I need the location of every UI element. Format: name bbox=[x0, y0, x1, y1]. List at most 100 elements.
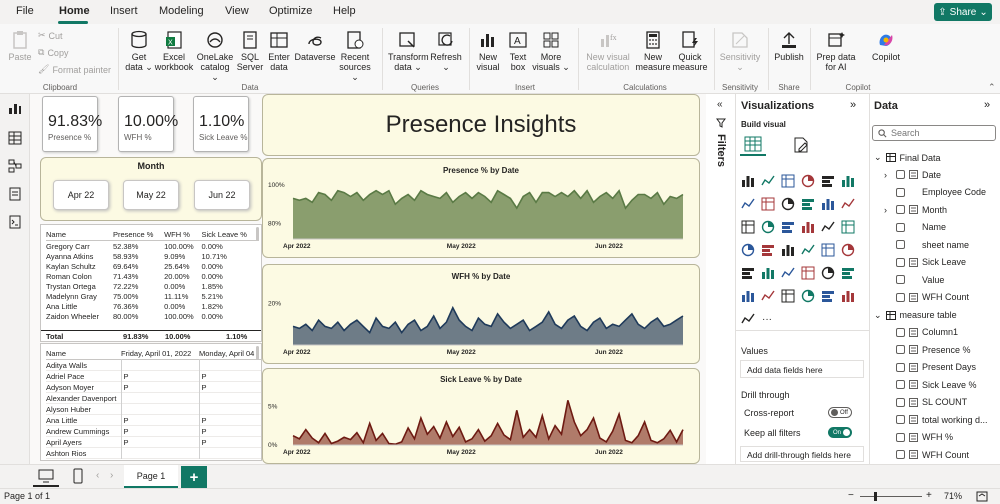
menu-home[interactable]: Home bbox=[59, 5, 90, 17]
data-field[interactable]: total working d... bbox=[884, 415, 988, 425]
matrix-row[interactable]: Alexander Davenport bbox=[46, 392, 261, 404]
data-field[interactable]: Sick Leave bbox=[884, 257, 966, 267]
table-row[interactable]: Ayanna Atkins 58.93% 9.09% 10.71% bbox=[46, 251, 259, 261]
r-script-visual-icon[interactable] bbox=[821, 266, 835, 280]
report-view-icon[interactable] bbox=[7, 100, 23, 116]
mobile-layout-icon[interactable] bbox=[72, 468, 84, 484]
matrix-row[interactable]: Aditya Walls bbox=[46, 359, 261, 371]
data-search-input[interactable] bbox=[891, 128, 991, 138]
table-row[interactable]: Madelynn Gray 75.00% 11.11% 5.21% bbox=[46, 291, 259, 301]
values-drop-zone[interactable]: Add data fields here bbox=[740, 360, 864, 378]
transform-data-button[interactable]: Transform data ⌄ bbox=[388, 30, 429, 72]
menu-view[interactable]: View bbox=[225, 5, 249, 17]
data-field[interactable]: Name bbox=[884, 222, 946, 232]
menu-file[interactable]: File bbox=[16, 5, 34, 17]
stacked-column-visual-icon[interactable] bbox=[761, 174, 775, 188]
format-visual-icon[interactable] bbox=[792, 136, 810, 154]
kpi-visual-icon[interactable] bbox=[741, 266, 755, 280]
kpi-card-presence[interactable]: 91.83% Presence % bbox=[42, 96, 102, 152]
data-field[interactable]: › Date bbox=[884, 170, 941, 180]
100-bar-visual-icon[interactable] bbox=[821, 174, 835, 188]
data-field[interactable]: Value bbox=[884, 275, 944, 285]
cut-button[interactable]: ✂ Cut bbox=[38, 30, 63, 41]
zoom-slider-thumb[interactable] bbox=[874, 492, 877, 501]
field-checkbox[interactable] bbox=[896, 327, 905, 337]
field-checkbox[interactable] bbox=[896, 432, 905, 442]
field-checkbox[interactable] bbox=[896, 187, 905, 197]
matrix-header-date-2[interactable]: Monday, April 04 bbox=[199, 348, 261, 360]
line-visual-icon[interactable] bbox=[741, 197, 755, 211]
fit-to-page-icon[interactable] bbox=[976, 491, 988, 502]
recent-sources-button[interactable]: Recent sources ⌄ bbox=[336, 30, 374, 82]
100-column-visual-icon[interactable] bbox=[841, 174, 855, 188]
col-header-sick-leave[interactable]: Sick Leave % bbox=[202, 229, 259, 241]
table-view-icon[interactable] bbox=[7, 130, 23, 146]
onelake-catalog-button[interactable]: OneLake catalog ⌄ bbox=[196, 30, 234, 82]
sql-server-button[interactable]: SQL Server bbox=[236, 30, 264, 72]
paste-button[interactable]: Paste bbox=[6, 30, 34, 62]
matrix-row[interactable]: Adyson Moyer P P bbox=[46, 381, 261, 393]
get-data-button[interactable]: Get data ⌄ bbox=[122, 30, 156, 72]
data-field[interactable]: sheet name bbox=[884, 240, 969, 250]
power-apps-visual-icon[interactable] bbox=[841, 289, 855, 303]
table-row[interactable]: Roman Colon 71.43% 20.00% 0.00% bbox=[46, 271, 259, 281]
menu-help[interactable]: Help bbox=[333, 5, 356, 17]
data-field[interactable]: WFH Count bbox=[884, 292, 969, 302]
month-option-apr[interactable]: Apr 22 bbox=[53, 180, 109, 210]
donut-visual-icon[interactable] bbox=[781, 220, 795, 234]
col-header-name[interactable]: Name bbox=[46, 229, 113, 241]
ribbon-visual-icon[interactable] bbox=[801, 197, 815, 211]
matrix-row[interactable]: Ashton Rios bbox=[46, 447, 261, 459]
data-field[interactable]: › Month bbox=[884, 205, 947, 215]
series-line[interactable] bbox=[292, 400, 684, 446]
shape-map-visual-icon[interactable] bbox=[781, 243, 795, 257]
field-checkbox[interactable] bbox=[896, 292, 905, 302]
sick-leave-chart-card[interactable]: Sick Leave % by Date 5% 0% Apr 2022 May 202… bbox=[262, 368, 700, 464]
pie-visual-icon[interactable] bbox=[761, 220, 775, 234]
data-field[interactable]: Present Days bbox=[884, 362, 976, 372]
table-row[interactable]: Ana Little 76.36% 0.00% 1.82% bbox=[46, 301, 259, 311]
field-checkbox[interactable] bbox=[896, 240, 905, 249]
drill-through-drop-zone[interactable]: Add drill-through fields here bbox=[740, 446, 864, 462]
refresh-button[interactable]: Refresh ⌄ bbox=[430, 30, 462, 72]
matrix-header-name[interactable]: Name bbox=[46, 348, 121, 360]
model-view-icon[interactable] bbox=[7, 158, 23, 174]
field-checkbox[interactable] bbox=[896, 397, 905, 407]
format-painter-button[interactable]: 🖌 Format painter bbox=[38, 64, 111, 75]
desktop-layout-icon[interactable] bbox=[38, 469, 54, 483]
col-header-presence[interactable]: Presence % bbox=[113, 229, 164, 241]
zoom-out-icon[interactable]: − bbox=[848, 490, 854, 501]
field-checkbox[interactable] bbox=[896, 380, 905, 389]
month-option-may[interactable]: May 22 bbox=[123, 180, 179, 210]
more-visuals-button[interactable]: More visuals ⌄ bbox=[532, 30, 570, 72]
sensitivity-button[interactable]: Sensitivity ⌄ bbox=[718, 30, 762, 72]
card-visual-icon[interactable] bbox=[821, 243, 835, 257]
cross-report-toggle[interactable]: Off bbox=[828, 407, 852, 418]
copilot-button[interactable]: Copilot bbox=[864, 30, 908, 62]
qna-visual-icon[interactable] bbox=[781, 289, 795, 303]
data-table-0[interactable]: ⌄ Final Data bbox=[874, 152, 941, 163]
data-field[interactable]: WFH Count bbox=[884, 450, 969, 460]
azure-map-visual-icon[interactable] bbox=[741, 243, 755, 257]
col-header-wfh[interactable]: WFH % bbox=[164, 229, 201, 241]
month-slicer[interactable]: Month Apr 22 May 22 Jun 22 bbox=[40, 157, 262, 221]
field-checkbox[interactable] bbox=[896, 415, 905, 424]
new-measure-button[interactable]: New measure bbox=[634, 30, 672, 72]
expand-filters-icon[interactable]: « bbox=[717, 99, 723, 110]
multi-row-card-visual-icon[interactable] bbox=[841, 243, 855, 257]
table-visual-icon[interactable] bbox=[781, 266, 795, 280]
prev-page-icon[interactable]: ‹ bbox=[96, 470, 99, 481]
arcgis-visual-icon[interactable] bbox=[761, 243, 775, 257]
new-visual-calculation-button[interactable]: fx New visual calculation bbox=[582, 30, 634, 72]
presence-chart-card[interactable]: Presence % by Date 100% 80% Apr 2022 May 20… bbox=[262, 158, 700, 258]
gauge-visual-icon[interactable] bbox=[801, 243, 815, 257]
report-title-card[interactable]: Presence Insights bbox=[262, 94, 700, 156]
stacked-bar-visual-icon[interactable] bbox=[741, 174, 755, 188]
field-checkbox[interactable] bbox=[896, 275, 905, 284]
copy-button[interactable]: ⧉ Copy bbox=[38, 47, 68, 58]
menu-insert[interactable]: Insert bbox=[110, 5, 138, 17]
matrix-row[interactable]: Alyson Huber bbox=[46, 403, 261, 415]
add-page-button[interactable]: + bbox=[181, 466, 207, 488]
data-field[interactable]: SL COUNT bbox=[884, 397, 967, 407]
table-row[interactable]: Trystan Ortega 72.22% 0.00% 1.85% bbox=[46, 281, 259, 291]
